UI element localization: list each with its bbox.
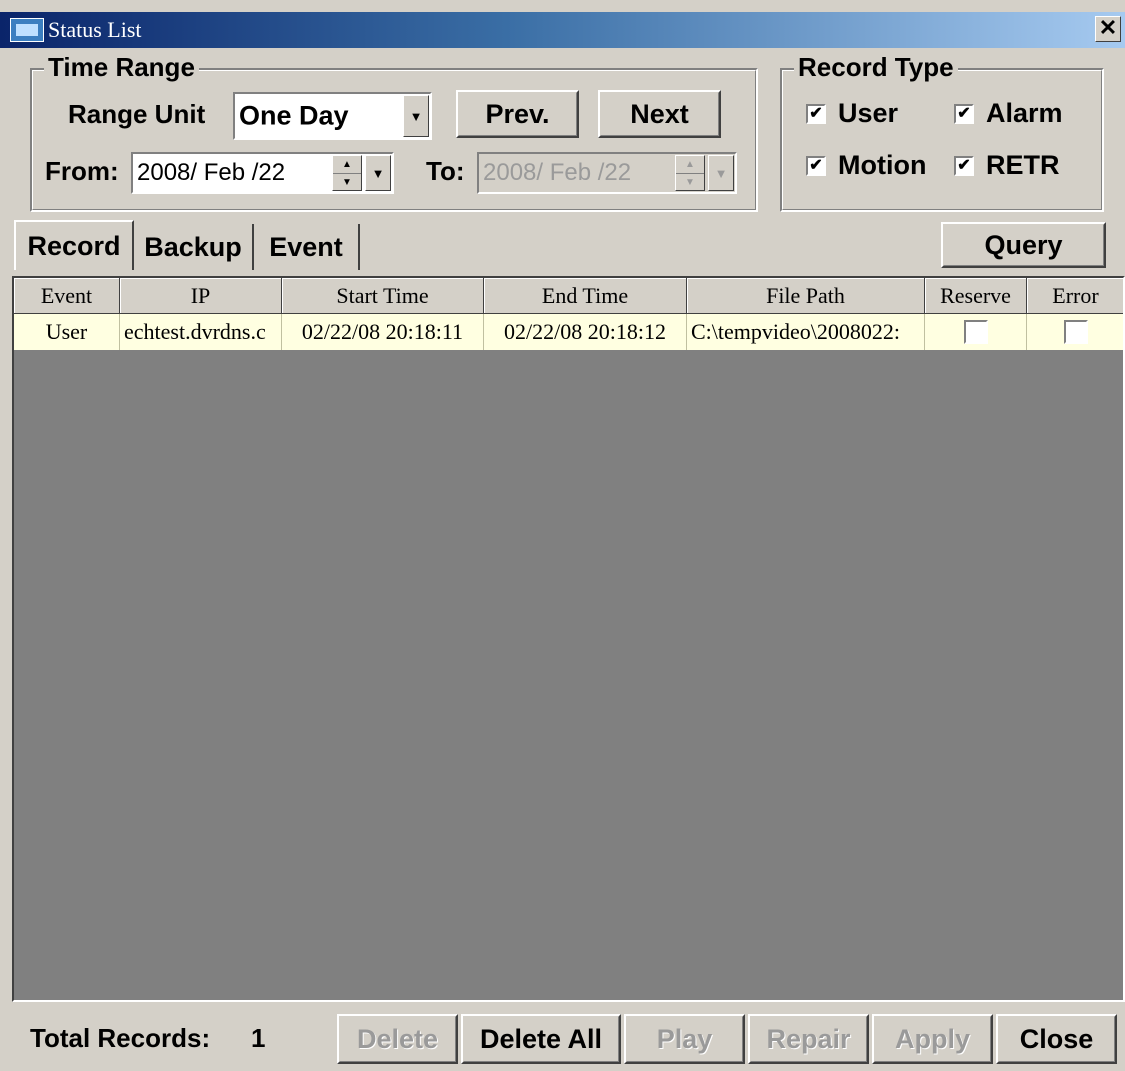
column-header-reserve[interactable]: Reserve [925,278,1027,314]
checkmark-icon[interactable]: ✔ [806,103,826,124]
records-table[interactable]: Event IP Start Time End Time File Path R… [12,276,1125,1002]
range-unit-label: Range Unit [68,99,206,129]
spin-down-icon: ▼ [676,173,704,191]
cell-file-path: C:\tempvideo\2008022: [687,314,925,350]
title-bar[interactable]: Status List ✕ [0,12,1125,48]
total-records-label: Total Records: [30,1023,211,1053]
prev-button[interactable]: Prev. [456,90,579,138]
spin-up-icon: ▲ [685,158,695,170]
column-header-ip[interactable]: IP [120,278,282,314]
record-type-legend: Record Type [794,52,958,82]
next-button[interactable]: Next [598,90,721,138]
from-date-picker[interactable]: 2008/ Feb /22 ▲ ▼ ▼ [131,152,394,194]
cell-end-time: 02/22/08 20:18:12 [484,314,687,350]
close-button[interactable]: Close [996,1014,1117,1064]
play-button: Play [624,1014,745,1064]
total-records-value: 1 [251,1023,266,1053]
error-checkbox[interactable] [1063,320,1088,344]
column-header-end-time[interactable]: End Time [484,278,687,314]
column-header-file-path[interactable]: File Path [687,278,925,314]
from-date-value: 2008/ Feb /22 [137,159,286,186]
motion-checkbox-label: Motion [838,150,927,180]
range-unit-select[interactable]: One Day ▼ [233,92,432,140]
tab-backup[interactable]: Backup [134,224,254,270]
column-header-event[interactable]: Event [14,278,120,314]
query-button[interactable]: Query [941,222,1106,268]
alarm-checkbox[interactable]: ✔ Alarm [954,98,1063,129]
checkmark-icon[interactable]: ✔ [954,103,974,124]
user-checkbox-label: User [838,98,899,128]
chevron-down-icon[interactable]: ▼ [403,95,429,137]
cell-start-time: 02/22/08 20:18:11 [282,314,484,350]
user-checkbox[interactable]: ✔ User [806,98,898,129]
to-date-picker: 2008/ Feb /22 ▲ ▼ ▼ [477,152,737,194]
table-row[interactable]: User echtest.dvrdns.c 02/22/08 20:18:11 … [14,314,1123,350]
cell-reserve [925,314,1027,350]
from-label: From: [45,156,119,186]
range-unit-value: One Day [239,100,349,131]
window-title: Status List [48,17,142,42]
apply-button: Apply [872,1014,993,1064]
retr-checkbox-label: RETR [986,150,1060,180]
from-date-spinner[interactable]: ▲ ▼ [332,155,362,191]
checkmark-icon[interactable]: ✔ [954,155,974,176]
alarm-checkbox-label: Alarm [986,98,1063,128]
checkmark-icon[interactable]: ✔ [806,155,826,176]
table-header-row: Event IP Start Time End Time File Path R… [14,278,1123,314]
delete-button: Delete [337,1014,458,1064]
motion-checkbox[interactable]: ✔ Motion [806,150,926,181]
status-list-window: Status List ✕ Time Range Range Unit One … [0,0,1125,1071]
chevron-down-icon[interactable]: ▼ [365,155,391,191]
to-label: To: [426,156,465,186]
retr-checkbox[interactable]: ✔ RETR [954,150,1060,181]
cell-error [1027,314,1123,350]
reserve-checkbox[interactable] [963,320,988,344]
spin-down-icon[interactable]: ▼ [333,173,361,191]
column-header-start-time[interactable]: Start Time [282,278,484,314]
to-date-spinner: ▲ ▼ [675,155,705,191]
close-icon[interactable]: ✕ [1095,16,1121,42]
cell-event: User [14,314,120,350]
chevron-down-icon: ▼ [708,155,734,191]
spin-up-icon[interactable]: ▲ [333,156,361,173]
app-window-icon [10,18,44,42]
to-date-value: 2008/ Feb /22 [483,159,632,186]
delete-all-button[interactable]: Delete All [461,1014,621,1064]
column-header-error[interactable]: Error [1027,278,1123,314]
cell-ip: echtest.dvrdns.c [120,314,282,350]
repair-button: Repair [748,1014,869,1064]
tab-record[interactable]: Record [14,220,134,270]
time-range-legend: Time Range [44,52,199,82]
record-type-group: Record Type [780,52,1104,212]
tab-event[interactable]: Event [254,224,360,270]
